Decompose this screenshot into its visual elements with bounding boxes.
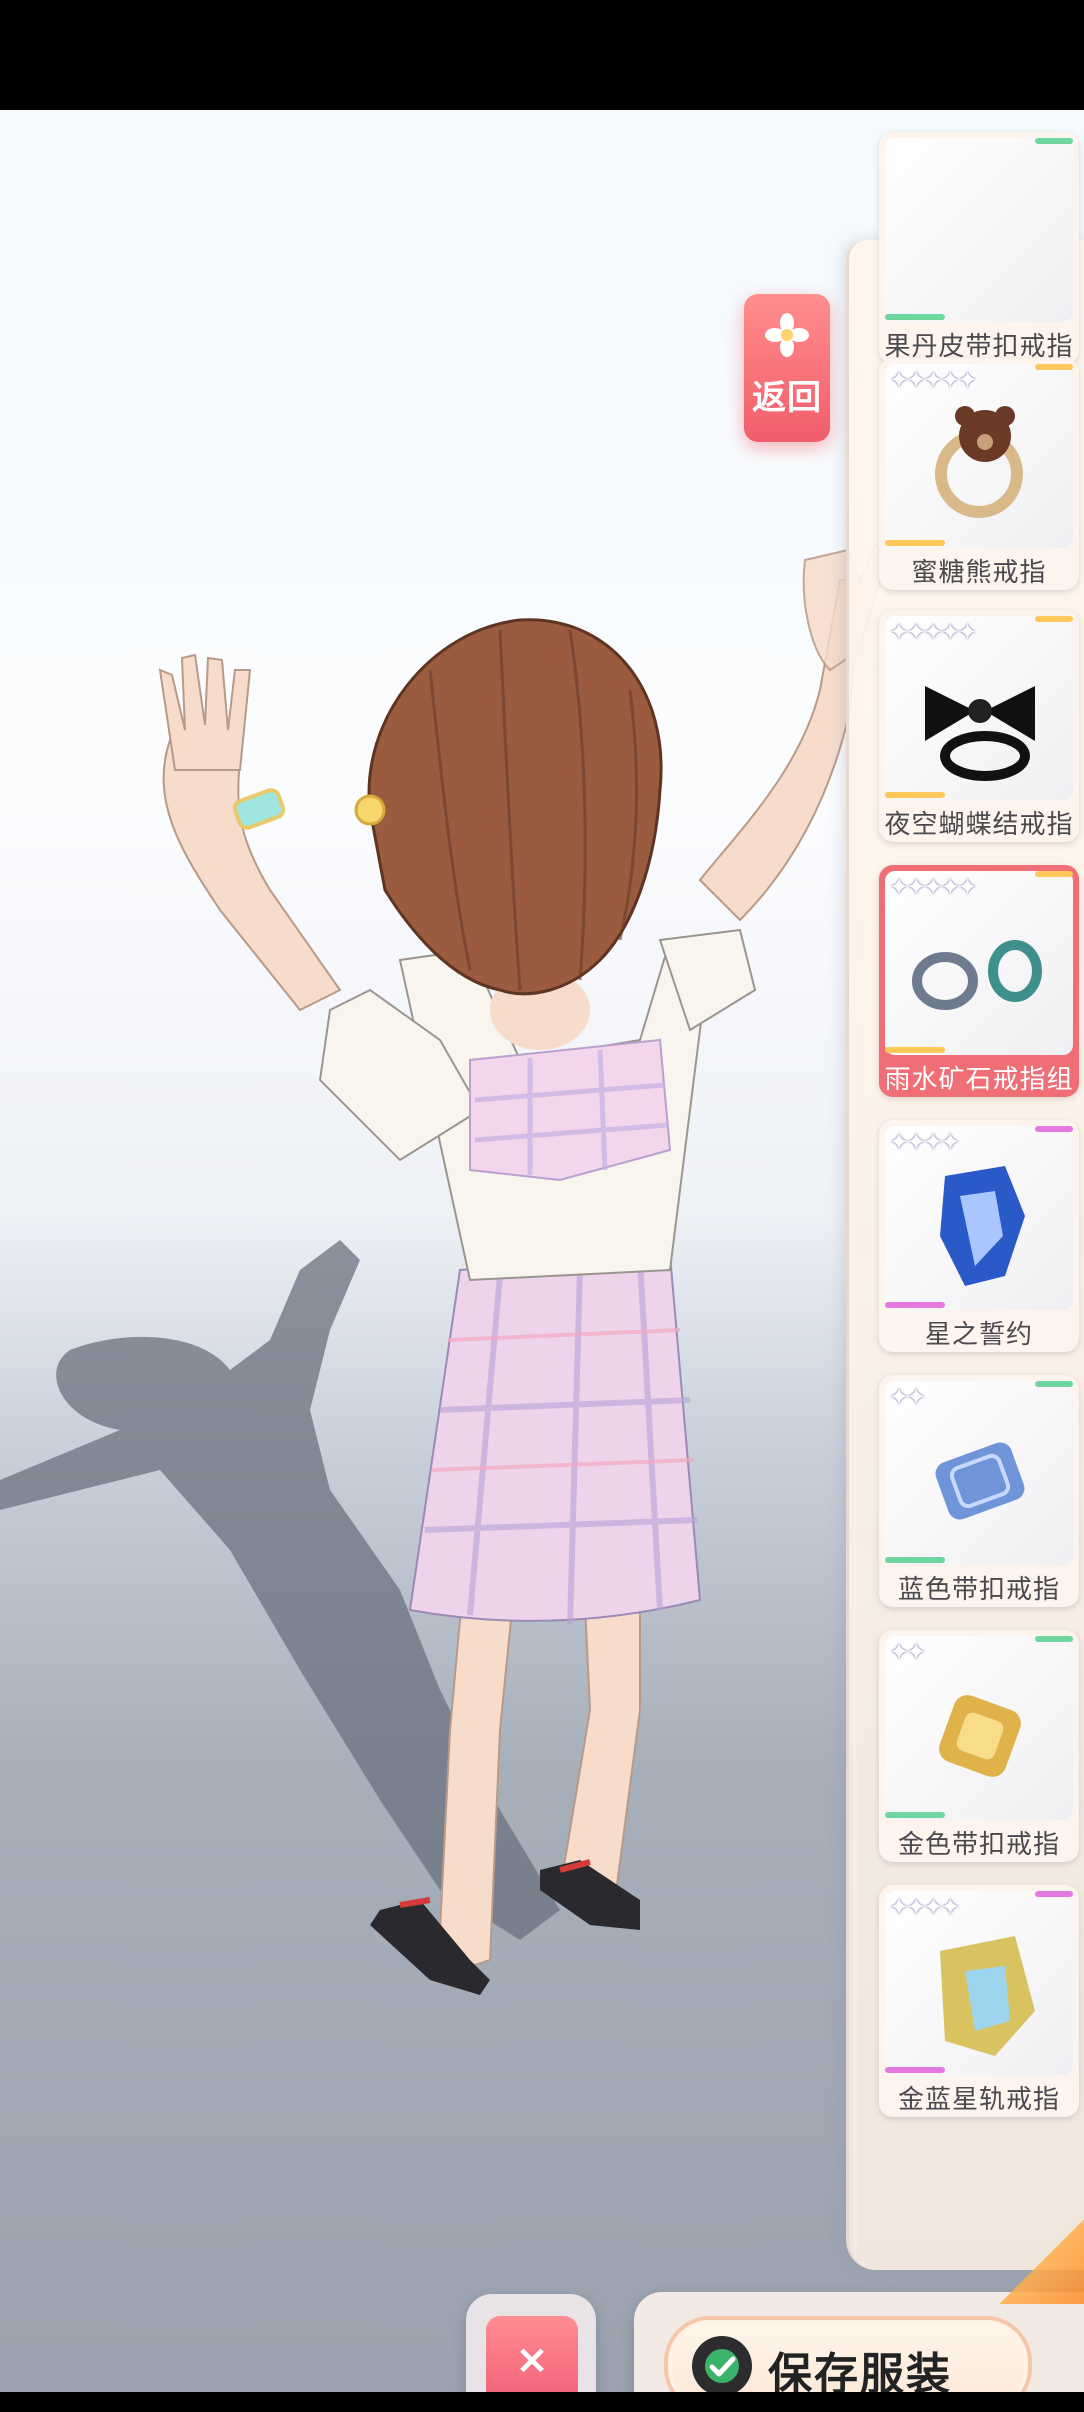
rarity-bar — [885, 1812, 945, 1818]
bottom-bar — [0, 2392, 1084, 2412]
checkmark-icon — [692, 2336, 752, 2396]
rarity-bar — [1035, 1126, 1073, 1132]
avatar-hairclip — [354, 794, 386, 826]
rarity-bar — [885, 1557, 945, 1563]
rarity-bar — [1035, 1891, 1073, 1897]
corner-decoration — [990, 2210, 1084, 2304]
item-list-panel[interactable]: 果丹皮带扣戒指 ✦✦✦✦✦ 蜜糖熊戒指 ✦✦✦✦✦ 夜空蝴蝶结戒指 ✦✦✦✦✦ 雨水矿石戒指… — [846, 132, 1084, 2270]
rarity-bar — [1035, 871, 1073, 877]
item-name: 金蓝星轨戒指 — [897, 2085, 1060, 2115]
item-name: 星之誓约 — [924, 1320, 1033, 1350]
avatar-left-arm — [162, 738, 342, 1012]
item-card[interactable]: ✦✦ 蓝色带扣戒指 — [879, 1375, 1079, 1607]
avatar-left-hand — [158, 653, 252, 771]
item-card[interactable]: 果丹皮带扣戒指 — [879, 132, 1079, 364]
rarity-bar — [885, 2067, 945, 2073]
item-card[interactable]: ✦✦✦✦✦ 蜜糖熊戒指 — [879, 358, 1079, 590]
item-card[interactable]: ✦✦✦✦✦ 雨水矿石戒指组 — [879, 865, 1079, 1097]
rarity-bar — [885, 540, 945, 546]
item-name: 蜜糖熊戒指 — [911, 558, 1047, 588]
rarity-bar — [1035, 616, 1073, 622]
close-icon: × — [486, 2316, 578, 2404]
item-thumbnail — [885, 138, 1073, 322]
item-name: 夜空蝴蝶结戒指 — [884, 810, 1074, 840]
flower-icon — [765, 313, 809, 357]
rarity-bar — [1035, 364, 1073, 370]
back-button[interactable]: 返回 — [744, 294, 830, 442]
rarity-stars-icon: ✦✦✦✦ — [889, 1893, 960, 1921]
rarity-bar — [885, 792, 945, 798]
item-name: 金色带扣戒指 — [897, 1830, 1060, 1860]
rarity-bar — [1035, 138, 1073, 144]
rarity-bar — [1035, 1636, 1073, 1642]
rarity-stars-icon: ✦✦✦✦✦ — [889, 618, 978, 646]
rarity-stars-icon: ✦✦✦✦✦ — [889, 873, 978, 901]
item-card[interactable]: ✦✦✦✦ 金蓝星轨戒指 — [879, 1885, 1079, 2117]
rarity-bar — [1035, 1381, 1073, 1387]
rarity-stars-icon: ✦✦✦✦ — [889, 1128, 960, 1156]
dressing-scene: 返回 果丹皮带扣戒指 ✦✦✦✦✦ 蜜糖熊戒指 ✦✦✦✦✦ 夜空蝴蝶结戒指 ✦✦✦✦✦ 雨水矿… — [0, 110, 1084, 2412]
rarity-bar — [885, 314, 945, 320]
item-card[interactable]: ✦✦✦✦ 星之誓约 — [879, 1120, 1079, 1352]
avatar-bracelet — [232, 788, 286, 830]
status-bar — [0, 0, 1084, 110]
item-card[interactable]: ✦✦ 金色带扣戒指 — [879, 1630, 1079, 1862]
rarity-bar — [885, 1047, 945, 1053]
item-name: 雨水矿石戒指组 — [884, 1065, 1074, 1095]
rarity-stars-icon: ✦✦ — [889, 1638, 926, 1666]
avatar-right-sandal — [540, 1860, 640, 1930]
back-button-label: 返回 — [752, 378, 822, 418]
rarity-stars-icon: ✦✦ — [889, 1383, 926, 1411]
avatar-collar — [469, 1038, 672, 1182]
rarity-bar — [885, 1302, 945, 1308]
item-card[interactable]: ✦✦✦✦✦ 夜空蝴蝶结戒指 — [879, 610, 1079, 842]
rarity-stars-icon: ✦✦✦✦✦ — [889, 366, 978, 394]
item-name: 蓝色带扣戒指 — [897, 1575, 1060, 1605]
